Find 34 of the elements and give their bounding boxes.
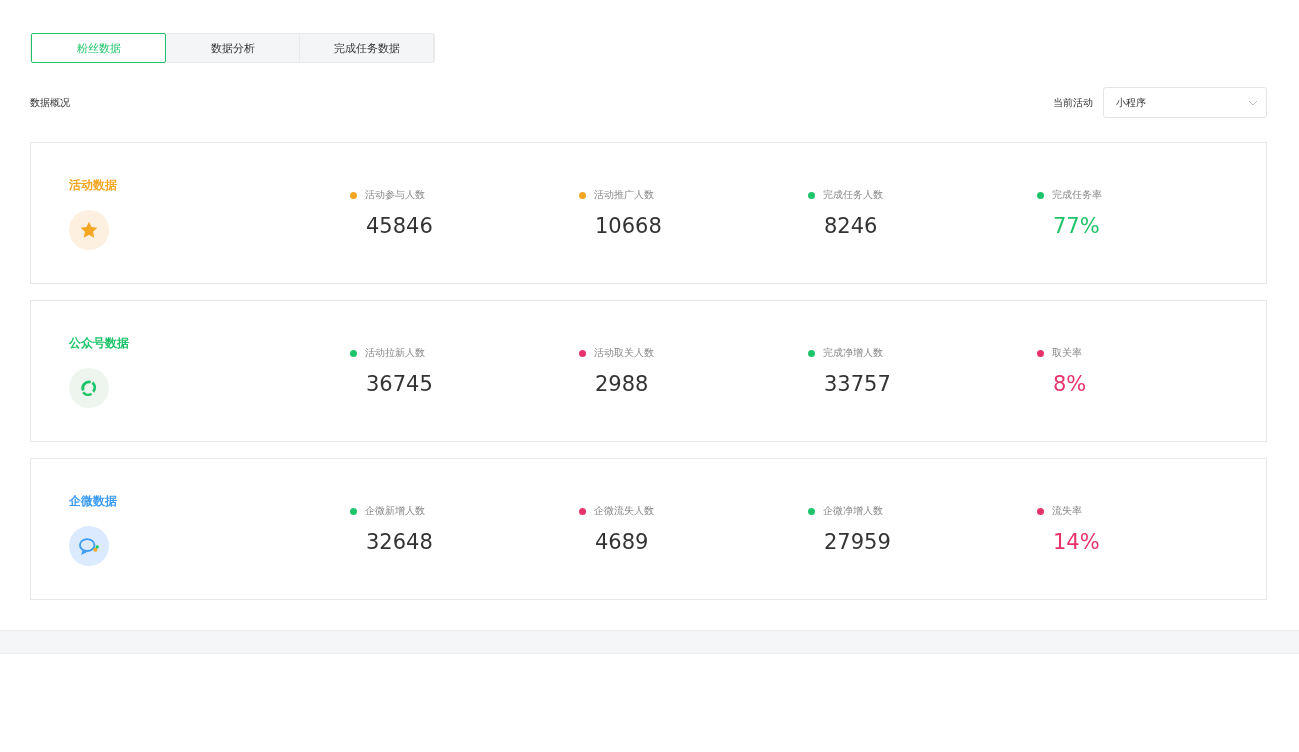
metric-label: 活动取关人数 [594, 346, 654, 360]
chat-bubble-icon [78, 535, 100, 556]
metric-value: 36745 [365, 372, 434, 396]
metric-value: 8% [1052, 372, 1088, 396]
metric-value: 14% [1052, 530, 1101, 554]
metric-label: 活动推广人数 [594, 188, 654, 202]
section-title: 数据概况 [30, 95, 70, 110]
card-title: 公众号数据 [69, 334, 130, 352]
metric-value: 45846 [365, 214, 434, 238]
card-title: 活动数据 [69, 176, 118, 194]
tab[interactable]: 完成任务数据 [300, 33, 434, 63]
metric-value: 4689 [594, 530, 650, 554]
metric-value: 10668 [594, 214, 663, 238]
filter-label: 当前活动 [1053, 95, 1093, 110]
activity-select[interactable]: 小程序 [1103, 87, 1267, 118]
metric-value: 77% [1052, 214, 1101, 238]
metric-value: 27959 [823, 530, 892, 554]
chevron-down-icon [1248, 99, 1258, 106]
metric-label: 流失率 [1052, 504, 1082, 518]
metric-value: 2988 [594, 372, 650, 396]
metric-value: 8246 [823, 214, 879, 238]
metric-label: 完成净增人数 [823, 346, 883, 360]
metric-value: 33757 [823, 372, 892, 396]
metric-label: 企微净增人数 [823, 504, 883, 518]
metric-label: 企微流失人数 [594, 504, 654, 518]
metric-label: 活动拉新人数 [365, 346, 425, 360]
metric-label: 完成任务人数 [823, 188, 883, 202]
metric-value: 32648 [365, 530, 434, 554]
tab[interactable]: 数据分析 [166, 33, 300, 63]
metric-label: 活动参与人数 [365, 188, 425, 202]
card-title: 企微数据 [69, 492, 118, 510]
metric-label: 取关率 [1052, 346, 1082, 360]
metric-label: 企微新增人数 [365, 504, 425, 518]
metric-label: 完成任务率 [1052, 188, 1102, 202]
